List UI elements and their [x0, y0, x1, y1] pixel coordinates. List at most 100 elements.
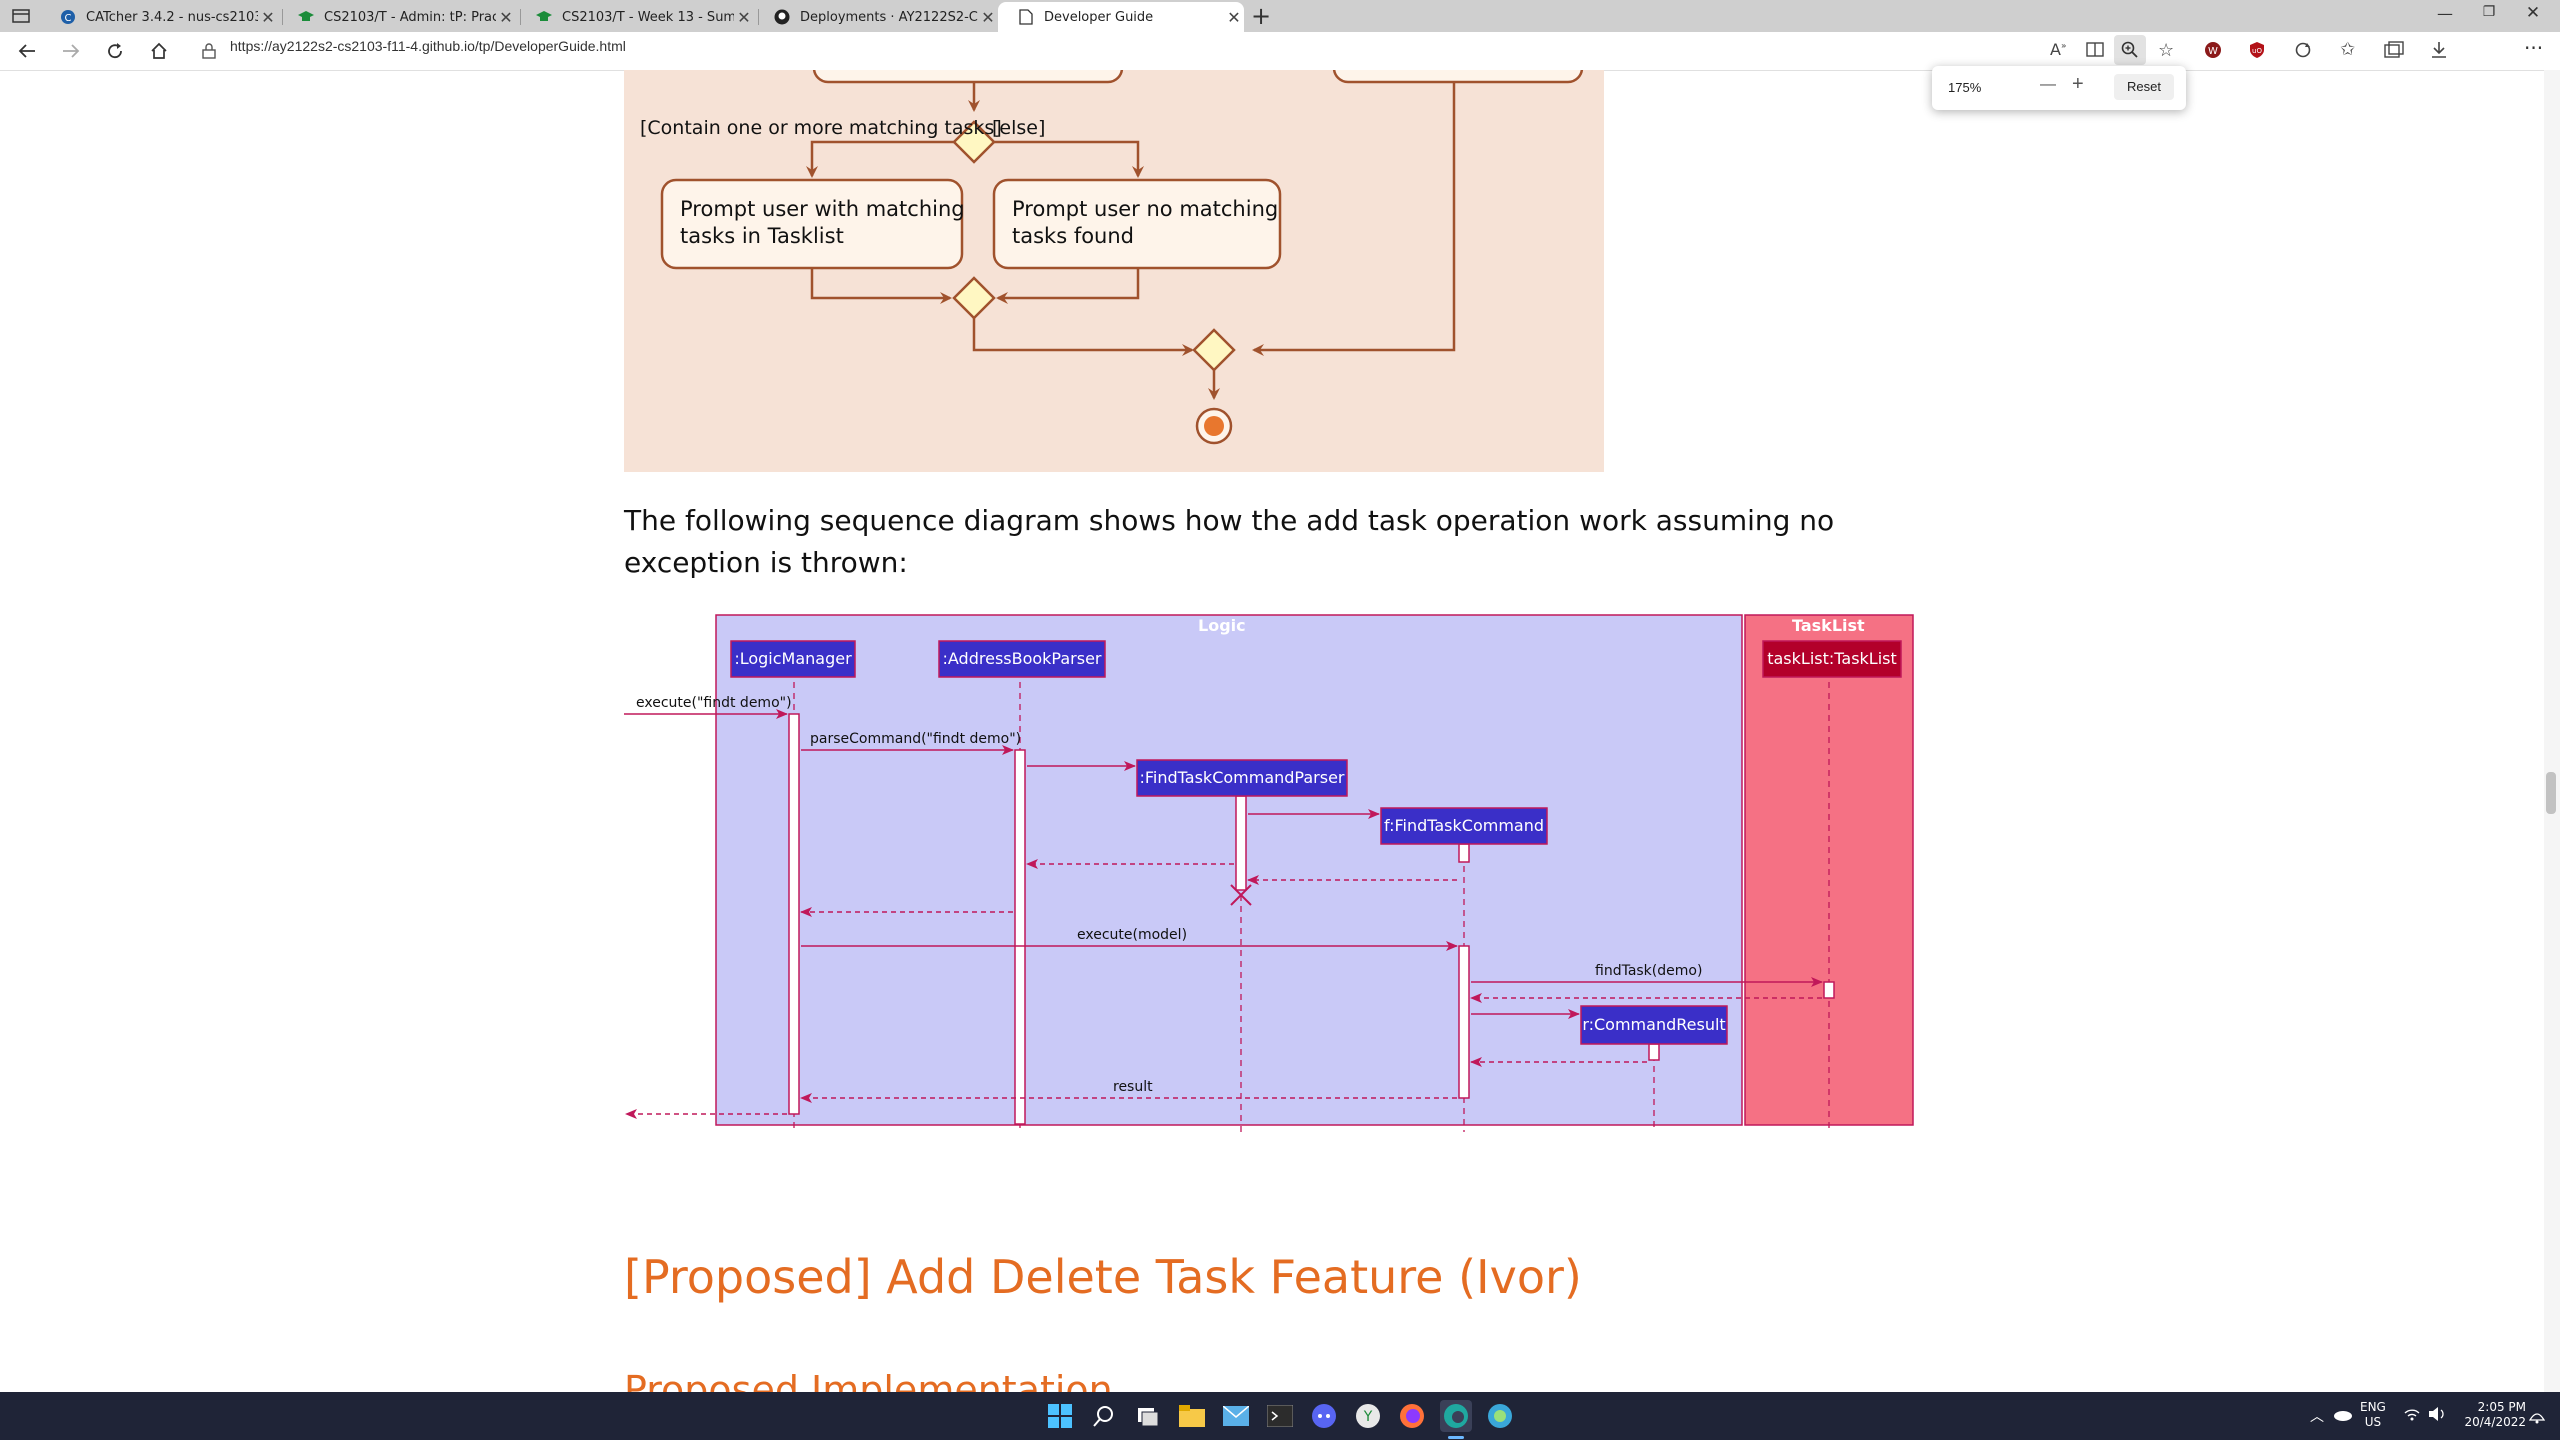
sequence-diagram: Logic TaskList :LogicManager :AddressBoo… [624, 612, 1916, 1132]
message-parse: parseCommand("findt demo") [810, 731, 1022, 747]
region-label: US [2364, 1415, 2382, 1429]
activity-box-partial [1332, 70, 1584, 84]
volume-icon[interactable] [2428, 1406, 2446, 1426]
extension-icon[interactable]: W [2204, 41, 2222, 63]
merge-diamond [952, 276, 996, 320]
app-icon[interactable]: Y [1352, 1400, 1384, 1432]
close-icon[interactable]: ✕ [258, 8, 278, 27]
flow-arrow [806, 140, 954, 178]
edge-icon[interactable] [1440, 1400, 1472, 1432]
immersive-reader-icon[interactable] [2086, 41, 2106, 63]
activity-box-line: Prompt user no matching [1012, 197, 1279, 221]
zoom-icon[interactable] [2114, 35, 2146, 65]
activity-box-none-text: Prompt user no matching tasks found [1012, 196, 1278, 250]
activity-box-partial [812, 70, 1124, 84]
tab-admin[interactable]: CS2103/T - Admin: tP: Practical Exam ✕ [278, 2, 516, 32]
mail-icon[interactable] [1220, 1400, 1252, 1432]
tab-week13[interactable]: CS2103/T - Week 13 - Summary ✕ [516, 2, 754, 32]
message-execute-model: execute(model) [1077, 927, 1188, 943]
page-scrollbar[interactable] [2544, 70, 2560, 1392]
clock-time: 2:05 PM [2477, 1400, 2526, 1414]
forward-button[interactable] [54, 32, 88, 70]
zoom-in-button[interactable]: + [2072, 73, 2084, 96]
graduation-cap-icon [298, 9, 314, 25]
close-icon[interactable]: ✕ [734, 8, 754, 27]
language-indicator[interactable]: ENG US [2360, 1400, 2386, 1430]
guard-match-label: [Contain one or more matching tasks] [640, 117, 1002, 139]
flow-arrow [994, 140, 1144, 178]
tab-catcher[interactable]: C CATcher 3.4.2 - nus-cs2103-AY2122S2/pe… [40, 2, 278, 32]
home-button[interactable] [142, 32, 176, 70]
tab-actions-icon[interactable] [12, 8, 30, 24]
clock[interactable]: 2:05 PM 20/4/2022 [2454, 1400, 2526, 1430]
start-icon[interactable] [1044, 1400, 1076, 1432]
zoom-out-button[interactable]: — [2040, 76, 2056, 94]
participant-find-command: f:FindTaskCommand [1384, 816, 1544, 835]
catcher-favicon-icon: C [60, 9, 76, 25]
url-host: https://ay2122s2-cs2103-f11-4.github.io [230, 38, 475, 54]
app-icon[interactable] [1484, 1400, 1516, 1432]
download-icon[interactable] [2430, 41, 2448, 63]
message-find-task: findTask(demo) [1595, 963, 1703, 979]
minimize-button[interactable]: — [2430, 4, 2460, 23]
logic-box-label: Logic [1198, 616, 1246, 635]
svg-text:uO: uO [2252, 47, 2262, 55]
close-icon[interactable]: ✕ [1224, 8, 1244, 27]
back-button[interactable] [10, 32, 44, 70]
participant-find-parser: :FindTaskCommandParser [1139, 768, 1345, 787]
sync-icon[interactable] [2294, 41, 2312, 63]
more-icon[interactable]: ··· [2524, 36, 2543, 60]
home-icon [151, 42, 167, 59]
refresh-button[interactable] [98, 32, 132, 70]
activity-diagram: [Contain one or more matching tasks] [el… [624, 70, 1604, 472]
flow-arrow [972, 318, 1194, 356]
favorites-icon[interactable]: ✩ [2340, 39, 2355, 60]
ublock-icon[interactable]: uO [2248, 41, 2266, 63]
read-aloud-icon[interactable]: A» [2050, 40, 2066, 59]
tray-chevron-icon[interactable]: ︿ [2310, 1406, 2324, 1426]
file-explorer-icon[interactable] [1176, 1400, 1208, 1432]
merge-diamond [1192, 328, 1236, 372]
activity-box-line: Prompt user with matching [680, 197, 965, 221]
search-icon[interactable] [1088, 1400, 1120, 1432]
zoom-popup: 175% — + Reset [1932, 66, 2186, 110]
tab-developer-guide[interactable]: Developer Guide ✕ [998, 2, 1244, 32]
svg-text:C: C [65, 13, 72, 24]
tab-title: Deployments · AY2122S2-CS2103 [800, 9, 978, 25]
svg-text:Y: Y [1363, 1409, 1373, 1425]
activation-bar [1235, 795, 1247, 891]
activation-bar [788, 713, 800, 1115]
close-icon[interactable]: ✕ [496, 8, 516, 27]
participant-parser: :AddressBookParser [942, 649, 1102, 668]
restore-button[interactable]: ❐ [2474, 4, 2504, 20]
flow-arrow [1252, 82, 1456, 356]
windows-taskbar: Y ︿ ENG US 2:05 PM 20/4/2022 [0, 1392, 2560, 1440]
svg-text:W: W [2208, 46, 2218, 57]
activation-bar [1648, 1043, 1660, 1061]
task-view-icon[interactable] [1132, 1400, 1164, 1432]
discord-icon[interactable] [1308, 1400, 1340, 1432]
github-icon [774, 9, 790, 25]
url-field[interactable]: https://ay2122s2-cs2103-f11-4.github.io/… [230, 38, 626, 54]
message-result: result [1113, 1079, 1153, 1095]
onedrive-icon[interactable] [2332, 1406, 2352, 1425]
notification-icon[interactable] [2528, 1406, 2546, 1428]
add-favorite-icon[interactable]: ☆ [2158, 40, 2174, 61]
terminal-icon[interactable] [1264, 1400, 1296, 1432]
lock-icon[interactable] [202, 43, 216, 63]
activation-bar [1823, 981, 1835, 999]
wifi-icon[interactable] [2404, 1407, 2420, 1426]
new-tab-button[interactable]: + [1246, 2, 1276, 30]
tab-deployments[interactable]: Deployments · AY2122S2-CS2103 ✕ [754, 2, 998, 32]
collections-icon[interactable] [2384, 41, 2404, 63]
close-icon[interactable]: ✕ [978, 8, 998, 27]
scrollbar-thumb[interactable] [2546, 772, 2556, 814]
arrow-right-icon [63, 44, 80, 58]
url-path: /tp/DeveloperGuide.html [474, 38, 626, 54]
logic-box [715, 614, 1743, 1126]
arrow-left-icon [18, 44, 35, 58]
zoom-reset-button[interactable]: Reset [2114, 74, 2174, 100]
close-window-button[interactable]: ✕ [2518, 3, 2548, 23]
activity-box-line: tasks in Tasklist [680, 224, 844, 248]
firefox-icon[interactable] [1396, 1400, 1428, 1432]
